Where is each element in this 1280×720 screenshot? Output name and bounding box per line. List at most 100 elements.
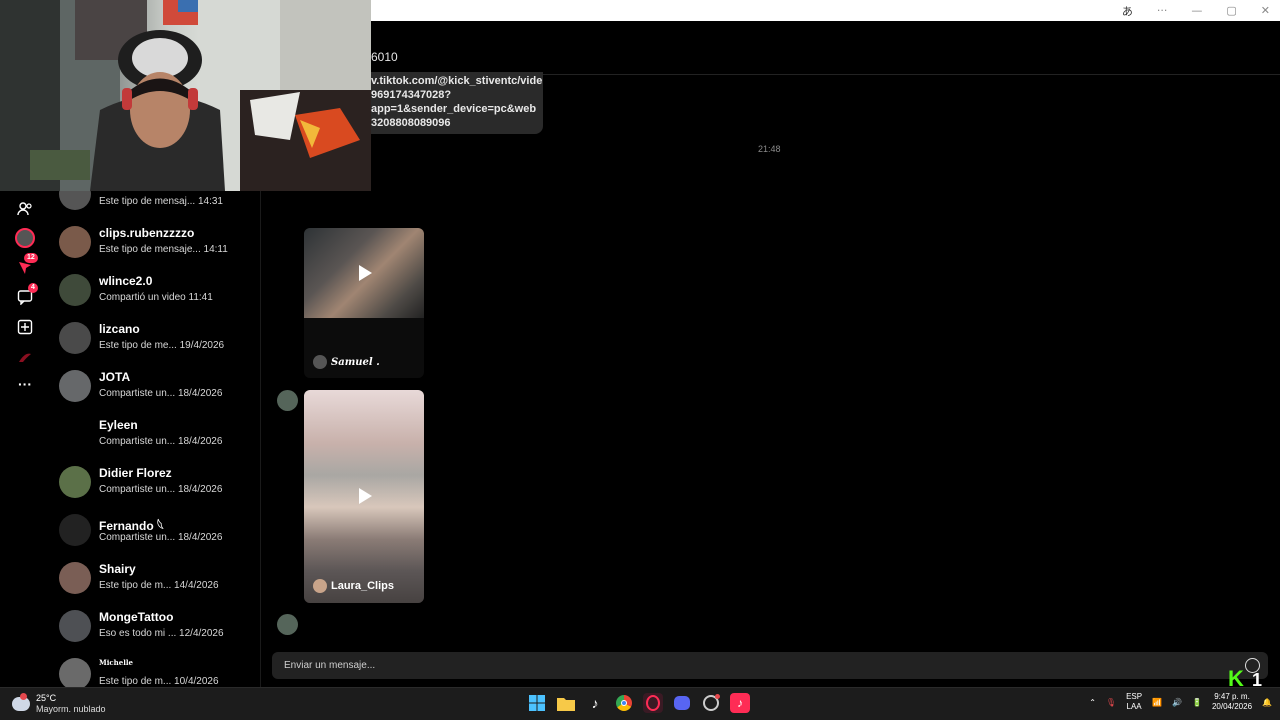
conversation-preview-text: Compartió un video: [99, 292, 186, 303]
link-text-line[interactable]: 969174347028?: [371, 88, 543, 102]
windows-start-icon[interactable]: [527, 693, 547, 713]
conversation-avatar[interactable]: [59, 274, 91, 306]
clock[interactable]: 9:47 p. m. 20/04/2026: [1212, 692, 1252, 712]
more-icon[interactable]: ···: [14, 373, 36, 395]
conversation-name: Eyleen: [99, 418, 138, 432]
conversation-avatar[interactable]: [59, 190, 91, 210]
message-timestamp: 21:48: [758, 144, 781, 154]
conversation-preview: Eso es todo mi ... 12/4/2026: [99, 628, 224, 639]
conversation-list: Este tipo de mensaj... 14:31 clips.rubenz…: [48, 190, 260, 687]
conversation-preview-text: Eso es todo mi ...: [99, 628, 177, 639]
conversation-item[interactable]: Este tipo de mensaj... 14:31: [48, 190, 260, 222]
conversation-item[interactable]: Fernando 𓆩 Compartiste un... 18/4/2026: [48, 510, 260, 558]
play-icon[interactable]: [359, 488, 372, 504]
conversation-avatar[interactable]: [59, 658, 91, 687]
conversation-preview: Compartió un video 11:41: [99, 292, 213, 303]
shared-video-card[interactable]: Samuel .: [304, 228, 424, 378]
opera-gx-icon[interactable]: [643, 693, 663, 713]
shared-video-card[interactable]: Laura_Clips: [304, 390, 424, 603]
conversation-item[interactable]: MongeTattoo Eso es todo mi ... 12/4/2026: [48, 606, 260, 654]
list-divider: [260, 190, 261, 687]
more-options-icon[interactable]: ···: [1157, 4, 1168, 17]
chevron-up-icon[interactable]: ⌃: [1089, 698, 1096, 707]
link-text-line[interactable]: app=1&sender_device=pc&web: [371, 102, 543, 116]
conversation-item[interactable]: Eyleen Compartiste un... 18/4/2026: [48, 414, 260, 462]
conversation-name: wlince2.0: [99, 274, 153, 288]
conversation-time: 18/4/2026: [177, 484, 223, 495]
weather-alert-dot: [20, 693, 27, 700]
conversation-item[interactable]: lizcano Este tipo de me... 19/4/2026: [48, 318, 260, 366]
conversation-name: lizcano: [99, 322, 140, 336]
language-indicator[interactable]: ESP LAA: [1126, 692, 1142, 712]
video-author-chip: Laura_Clips: [313, 579, 394, 593]
conversation-preview: Compartiste un... 18/4/2026: [99, 532, 222, 543]
conversation-item[interactable]: Didier Florez Compartiste un... 18/4/2026: [48, 462, 260, 510]
conversation-time: 19/4/2026: [179, 340, 225, 351]
wifi-icon[interactable]: 📶: [1152, 698, 1162, 707]
maximize-button[interactable]: ▢: [1226, 4, 1236, 17]
conversation-avatar[interactable]: [59, 562, 91, 594]
conversation-item[interactable]: JOTA Compartiste un... 18/4/2026: [48, 366, 260, 414]
tiktok-live-studio-taskbar-icon[interactable]: ♪: [730, 693, 750, 713]
link-text-line[interactable]: 3208808089096: [371, 116, 543, 130]
file-explorer-icon[interactable]: [556, 693, 576, 713]
conversation-item[interactable]: clips.rubenzzzzo Este tipo de mensaje... …: [48, 222, 260, 270]
sender-avatar[interactable]: [277, 614, 298, 635]
conversation-preview-text: Compartiste un...: [99, 532, 176, 543]
tiktok-live-studio-icon[interactable]: [14, 346, 36, 368]
minimize-button[interactable]: —: [1191, 4, 1202, 17]
chat-header-title: 6010: [371, 50, 398, 64]
author-avatar: [313, 355, 327, 369]
conversation-avatar[interactable]: [59, 418, 91, 450]
language-code: ESP: [1126, 692, 1143, 701]
conversation-avatar[interactable]: [59, 466, 91, 498]
video-author-chip: Samuel .: [313, 355, 380, 369]
link-text-line[interactable]: v.tiktok.com/@kick_stiventc/vide: [371, 74, 543, 88]
clock-date: 20/04/2026: [1211, 702, 1253, 711]
conversation-preview-text: Compartiste un...: [99, 388, 176, 399]
sender-avatar[interactable]: [277, 390, 298, 411]
conversation-avatar[interactable]: [59, 514, 91, 546]
conversation-preview: Este tipo de me... 19/4/2026: [99, 340, 224, 351]
conversation-avatar[interactable]: [59, 610, 91, 642]
conversation-preview-text: Este tipo de mensaje...: [99, 244, 201, 255]
close-button[interactable]: ✕: [1261, 4, 1270, 17]
play-icon[interactable]: [359, 265, 372, 281]
notification-bell-icon[interactable]: 🔔: [1262, 698, 1272, 707]
clipchamp-icon[interactable]: [701, 693, 721, 713]
chrome-icon[interactable]: [614, 693, 634, 713]
video-author-name: Laura_Clips: [331, 580, 394, 592]
message-link-bubble[interactable]: v.tiktok.com/@kick_stiventc/vide 9691743…: [371, 72, 543, 134]
conversation-avatar[interactable]: [59, 226, 91, 258]
conversation-preview-text: Compartiste un...: [99, 436, 176, 447]
conversation-name: Fernando 𓆩: [99, 519, 164, 533]
translate-icon[interactable]: あ: [1122, 3, 1133, 19]
microphone-icon[interactable]: 🎙: [1106, 698, 1116, 707]
conversation-preview: Compartiste un... 18/4/2026: [99, 484, 222, 495]
live-icon[interactable]: [14, 227, 36, 249]
left-icon-rail: 12 4 ···: [0, 190, 48, 687]
activity-icon[interactable]: 12: [14, 253, 38, 278]
conversation-avatar[interactable]: [59, 322, 91, 354]
conversation-preview: Este tipo de mensaje... 14:11: [99, 244, 228, 255]
conversation-name: JOTA: [99, 370, 131, 384]
conversation-item[interactable]: Shairy Este tipo de m... 14/4/2026: [48, 558, 260, 606]
following-icon[interactable]: [14, 198, 36, 220]
conversation-item[interactable]: wlince2.0 Compartió un video 11:41: [48, 270, 260, 318]
weather-widget[interactable]: 25°C Mayorm. nublado: [12, 693, 106, 715]
battery-icon[interactable]: 🔋: [1192, 698, 1202, 707]
conversation-item[interactable]: Michelle Este tipo de m... 10/4/2026: [48, 654, 260, 687]
messages-icon[interactable]: 4: [14, 283, 38, 308]
volume-icon[interactable]: 🔊: [1172, 698, 1182, 707]
weather-description: Mayorm. nublado: [36, 704, 106, 714]
conversation-preview: Este tipo de mensaj... 14:31: [99, 196, 223, 207]
message-input[interactable]: [272, 652, 1232, 679]
tiktok-app-icon[interactable]: ♪: [585, 693, 605, 713]
discord-icon[interactable]: [672, 693, 692, 713]
upload-icon[interactable]: [14, 316, 36, 338]
weather-cloud-icon: [12, 693, 30, 711]
conversation-avatar[interactable]: [59, 370, 91, 402]
window-controls: あ ··· — ▢ ✕: [1122, 0, 1270, 21]
conversation-preview-text: Este tipo de mensaj...: [99, 196, 196, 207]
streamer-webcam-overlay: [0, 0, 371, 191]
